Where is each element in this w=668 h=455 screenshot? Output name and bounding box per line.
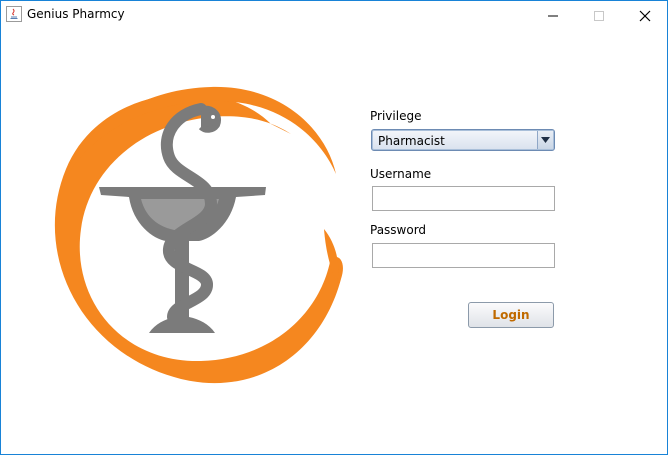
close-button[interactable] (622, 1, 668, 30)
privilege-label: Privilege (370, 109, 422, 123)
title-bar: Genius Pharmcy (1, 1, 667, 31)
java-icon (6, 6, 22, 22)
app-window: Genius Pharmcy Privilege Pharmacist User… (0, 0, 668, 455)
window-title: Genius Pharmcy (27, 7, 125, 21)
privilege-select[interactable]: Pharmacist (371, 129, 555, 151)
bowl-of-hygieia-logo (54, 86, 343, 384)
minimize-icon (548, 15, 558, 16)
username-field[interactable] (372, 186, 555, 211)
maximize-button[interactable] (576, 1, 622, 30)
login-button[interactable]: Login (468, 302, 554, 328)
password-field[interactable] (372, 243, 555, 268)
maximize-icon (594, 10, 604, 21)
minimize-button[interactable] (530, 1, 576, 30)
username-label: Username (370, 167, 432, 181)
close-icon (639, 10, 651, 21)
dropdown-arrow-icon[interactable] (537, 131, 553, 149)
privilege-value: Pharmacist (378, 134, 445, 148)
password-label: Password (370, 223, 427, 237)
